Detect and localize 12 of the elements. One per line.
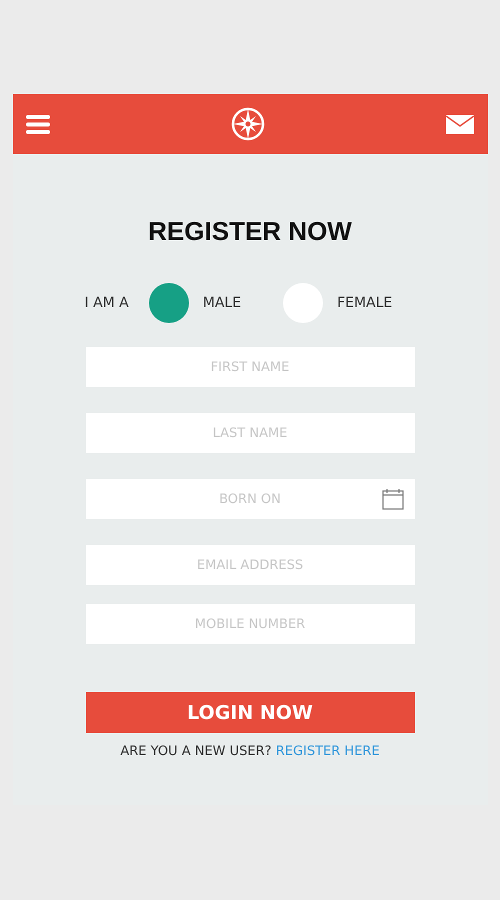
- radio-label: FEMALE: [337, 295, 392, 311]
- radio-label: MALE: [202, 295, 242, 311]
- new-user-question: ARE YOU A NEW USER?: [120, 744, 272, 759]
- compass-icon[interactable]: [230, 107, 264, 141]
- menu-icon[interactable]: [26, 114, 50, 134]
- register-link[interactable]: REGISTER HERE: [276, 744, 380, 759]
- page-title: REGISTER NOW: [147, 216, 353, 247]
- mail-icon[interactable]: [446, 114, 474, 134]
- login-button[interactable]: LOGIN NOW: [86, 692, 414, 733]
- gender-label: I AM A: [84, 295, 129, 311]
- calendar-icon[interactable]: [382, 488, 404, 510]
- radio-button[interactable]: [148, 283, 189, 323]
